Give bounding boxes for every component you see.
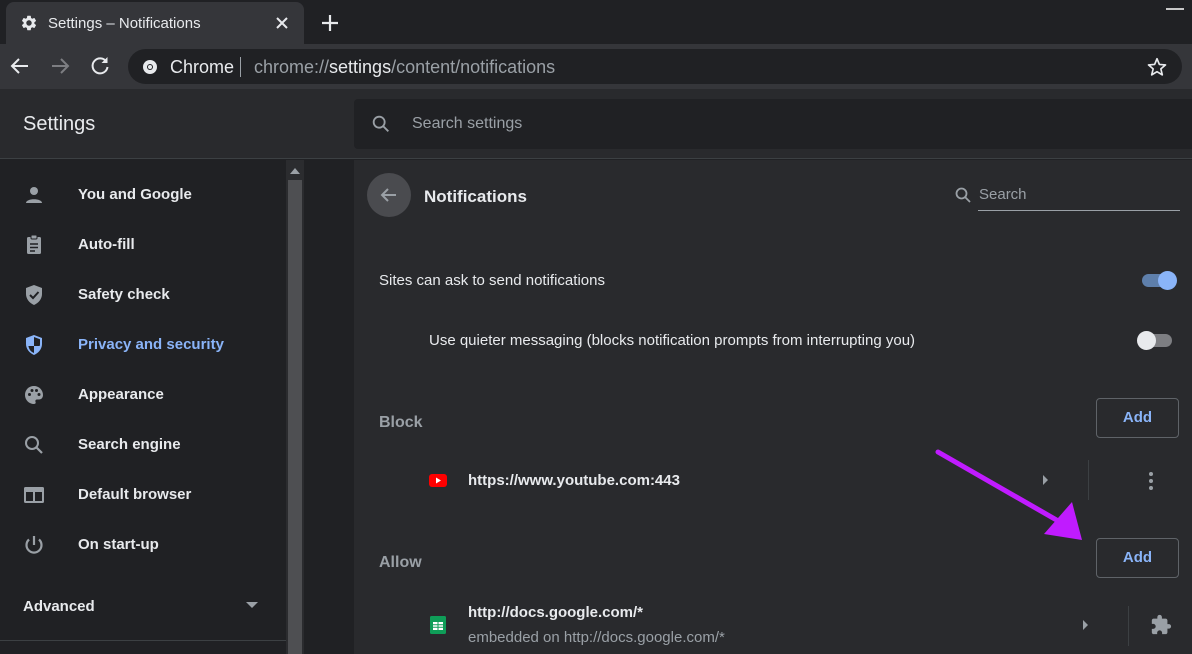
notifications-search-input[interactable]: Search <box>954 182 1180 212</box>
chevron-right-icon[interactable] <box>1083 620 1088 630</box>
back-button[interactable] <box>367 173 411 217</box>
site-embedded-text: embedded on http://docs.google.com/* <box>468 629 725 646</box>
divider <box>240 57 241 77</box>
star-icon[interactable] <box>1146 56 1168 78</box>
search-icon <box>25 436 43 454</box>
divider <box>1128 606 1129 646</box>
sites-can-ask-label: Sites can ask to send notifications <box>379 272 605 289</box>
sidebar-item-privacy-and-security[interactable]: Privacy and security <box>0 321 286 369</box>
sidebar-item-auto-fill[interactable]: Auto-fill <box>0 221 286 269</box>
search-underline <box>978 210 1180 211</box>
sidebar-item-label: Appearance <box>78 386 164 403</box>
allow-add-button[interactable]: Add <box>1096 538 1179 578</box>
site-chip: Chrome <box>170 57 235 77</box>
sidebar-item-safety-check[interactable]: Safety check <box>0 271 286 319</box>
chrome-icon <box>143 60 157 74</box>
shield-icon <box>26 335 42 355</box>
scroll-up-icon[interactable] <box>290 168 300 174</box>
sidebar-item-you-and-google[interactable]: You and Google <box>0 171 286 219</box>
toggle-knob <box>1137 331 1156 350</box>
minimize-icon[interactable] <box>1166 8 1184 10</box>
settings-search-input[interactable]: Search settings <box>354 99 1192 149</box>
search-placeholder: Search <box>979 186 1027 203</box>
sidebar-item-label: Privacy and security <box>78 336 224 353</box>
search-placeholder: Search settings <box>412 115 523 132</box>
settings-header: Settings Search settings <box>0 89 1192 159</box>
quieter-messaging-label: Use quieter messaging (blocks notificati… <box>429 332 916 349</box>
power-icon <box>25 536 43 554</box>
tab-title: Settings – Notifications <box>48 15 201 32</box>
sidebar-item-label: Default browser <box>78 486 192 503</box>
sidebar-item-label: Safety check <box>78 286 170 303</box>
close-icon[interactable] <box>272 13 292 33</box>
search-icon <box>372 115 389 132</box>
toggle-knob <box>1158 271 1177 290</box>
person-icon <box>26 187 42 203</box>
clipboard-icon <box>27 234 41 254</box>
sidebar-item-label: On start-up <box>78 536 159 553</box>
settings-sidebar: You and Google Auto-fill Safety check Pr… <box>0 160 286 654</box>
site-url: http://docs.google.com/* <box>468 604 643 621</box>
allow-section-label: Allow <box>379 554 422 571</box>
annotation-arrow-icon <box>935 449 1082 540</box>
extension-icon[interactable] <box>1150 614 1172 636</box>
divider <box>0 640 286 641</box>
page-title: Settings <box>23 113 96 135</box>
content-gutter <box>304 160 354 654</box>
shield-check-icon <box>26 285 42 305</box>
sidebar-advanced[interactable]: Advanced <box>23 598 95 615</box>
block-section-label: Block <box>379 414 423 431</box>
sheets-icon <box>430 616 446 634</box>
block-add-button[interactable]: Add <box>1096 398 1179 438</box>
section-title: Notifications <box>424 187 527 206</box>
sites-can-ask-toggle[interactable] <box>1141 270 1179 290</box>
sidebar-item-search-engine[interactable]: Search engine <box>0 421 286 469</box>
quieter-messaging-toggle[interactable] <box>1137 330 1175 350</box>
sidebar-item-label: Search engine <box>78 436 181 453</box>
url-path: /content/notifications <box>391 57 556 77</box>
browser-icon <box>24 487 44 503</box>
new-tab-icon[interactable] <box>318 11 342 35</box>
address-bar[interactable]: Chrome chrome://settings/content/notific… <box>128 49 1182 84</box>
search-icon <box>955 187 971 203</box>
site-url: https://www.youtube.com:443 <box>468 472 680 489</box>
gear-icon <box>21 15 37 31</box>
sidebar-item-default-browser[interactable]: Default browser <box>0 471 286 519</box>
browser-toolbar: Chrome chrome://settings/content/notific… <box>0 44 1192 89</box>
palette-icon <box>25 386 43 404</box>
sidebar-item-label: You and Google <box>78 186 192 203</box>
url-host: settings <box>329 57 392 77</box>
scrollbar-thumb[interactable] <box>288 180 302 654</box>
back-arrow-icon <box>380 188 396 202</box>
back-arrow-icon[interactable] <box>8 54 32 78</box>
tab-strip: Settings – Notifications <box>0 0 1192 44</box>
forward-arrow-icon[interactable] <box>48 54 72 78</box>
reload-icon[interactable] <box>88 54 112 78</box>
sidebar-item-on-start-up[interactable]: On start-up <box>0 521 286 569</box>
sidebar-item-label: Auto-fill <box>78 236 135 253</box>
tab-settings[interactable]: Settings – Notifications <box>6 2 304 44</box>
url-text[interactable]: chrome://settings/content/notifications <box>254 57 555 78</box>
notifications-card: Notifications Search Sites can ask to se… <box>354 160 1192 654</box>
sidebar-item-appearance[interactable]: Appearance <box>0 371 286 419</box>
youtube-icon <box>429 474 447 487</box>
chevron-down-icon[interactable] <box>246 602 258 608</box>
more-actions-icon[interactable] <box>1149 472 1153 490</box>
url-scheme: chrome:// <box>254 57 330 77</box>
